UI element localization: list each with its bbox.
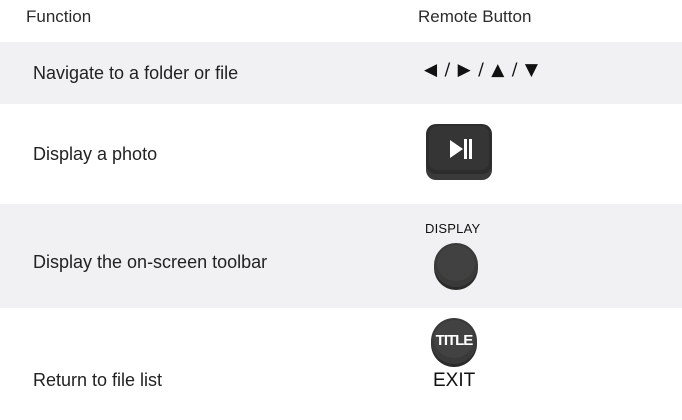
table-row: Return to file list TITLE EXIT xyxy=(0,308,682,420)
function-label: Display a photo xyxy=(33,144,158,164)
exit-label: EXIT xyxy=(433,370,476,391)
table-row: Display the on-screen toolbar DISPLAY xyxy=(0,204,682,308)
display-button-label: DISPLAY xyxy=(425,221,481,236)
title-button-icon: TITLE xyxy=(431,318,477,367)
svg-text:TITLE: TITLE xyxy=(436,332,474,349)
table-row: Navigate to a folder or file ◀ / ▶ / ▲ /… xyxy=(0,42,682,104)
function-column-header: Function xyxy=(26,7,92,26)
function-label: Navigate to a folder or file xyxy=(33,63,239,83)
display-button-icon xyxy=(434,243,478,290)
function-label: Return to file list xyxy=(33,370,163,390)
table-row: Display a photo xyxy=(0,104,682,204)
table-header: Function Remote Button xyxy=(0,0,682,36)
arrow-keys-text: ◀ / ▶ / ▲ / ▼ xyxy=(424,60,539,80)
play-pause-icon xyxy=(426,124,492,180)
function-label: Display the on-screen toolbar xyxy=(33,252,268,272)
remote-button-column-header: Remote Button xyxy=(418,7,532,26)
